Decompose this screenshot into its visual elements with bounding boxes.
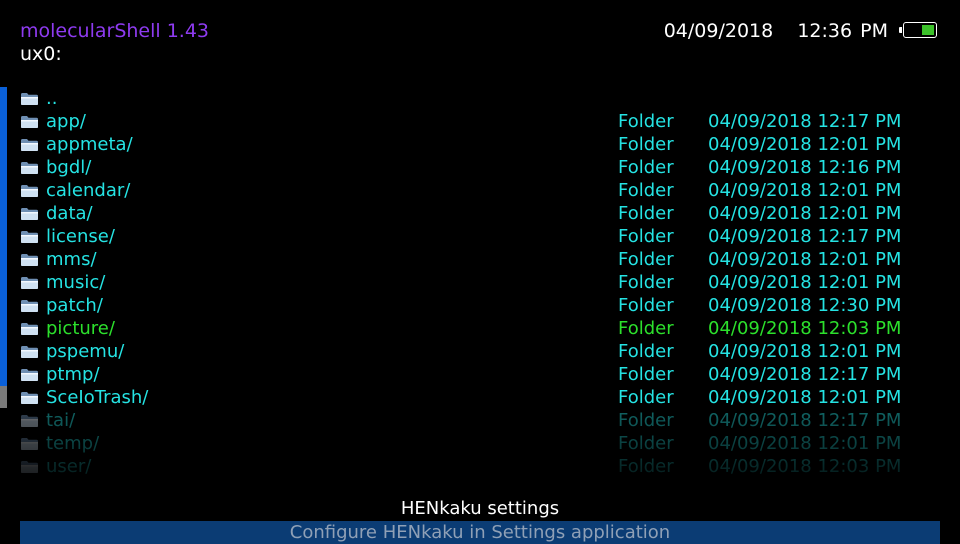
entry-type: Folder: [618, 318, 674, 339]
entry-date: 04/09/2018 12:01 PM: [708, 433, 902, 454]
entry-date: 04/09/2018 12:03 PM: [708, 456, 902, 477]
entry-type: Folder: [618, 410, 674, 431]
entry-date: 04/09/2018 12:01 PM: [708, 180, 902, 201]
entry-date: 04/09/2018 12:01 PM: [708, 272, 902, 293]
entry-type: Folder: [618, 341, 674, 362]
entry-type: Folder: [618, 226, 674, 247]
app-title: molecularShell 1.43: [20, 20, 210, 42]
entry-date: 04/09/2018 12:01 PM: [708, 341, 902, 362]
folder-icon: [21, 254, 38, 266]
entry-name: ptmp/: [46, 364, 100, 385]
list-item[interactable]: bgdl/Folder 04/09/2018 12:16 PM: [0, 156, 960, 179]
entry-date: 04/09/2018 12:16 PM: [708, 157, 902, 178]
entry-name: mms/: [46, 249, 97, 270]
entry-date: 04/09/2018 12:03 PM: [708, 318, 902, 339]
entry-name: SceIoTrash/: [46, 387, 149, 408]
entry-name: license/: [46, 226, 115, 247]
entry-type: Folder: [618, 249, 674, 270]
clock: 04/09/2018 12:36 PM: [664, 19, 888, 43]
entry-date: 04/09/2018 12:01 PM: [708, 387, 902, 408]
list-item[interactable]: ptmp/Folder 04/09/2018 12:17 PM: [0, 363, 960, 386]
battery-icon: [899, 22, 937, 38]
status-bar: Configure HENkaku in Settings applicatio…: [20, 521, 940, 544]
status-title: HENkaku settings: [400, 498, 560, 519]
date-text: 04/09/2018: [663, 20, 774, 42]
list-item[interactable]: data/Folder 04/09/2018 12:01 PM: [0, 202, 960, 225]
entry-date: 04/09/2018 12:17 PM: [708, 364, 902, 385]
folder-icon: [21, 300, 38, 312]
entry-name: tai/: [46, 410, 76, 431]
folder-icon: [21, 323, 38, 335]
folder-icon: [21, 139, 38, 151]
file-list: .. app/Folder 04/09/2018 12:17 PM appmeta/F…: [0, 87, 960, 477]
entry-date: 04/09/2018 12:17 PM: [708, 410, 902, 431]
folder-icon: [21, 392, 38, 404]
entry-type: Folder: [618, 364, 674, 385]
folder-icon: [21, 208, 38, 220]
entry-name: calendar/: [46, 180, 131, 201]
list-item[interactable]: pspemu/Folder 04/09/2018 12:01 PM: [0, 340, 960, 363]
entry-date: 04/09/2018 12:17 PM: [708, 226, 902, 247]
list-item[interactable]: ..: [0, 87, 960, 110]
folder-icon: [21, 438, 38, 450]
entry-name: app/: [46, 111, 86, 132]
entry-name: music/: [46, 272, 106, 293]
folder-icon: [21, 346, 38, 358]
folder-icon: [21, 461, 38, 473]
entry-date: 04/09/2018 12:01 PM: [708, 134, 902, 155]
list-item[interactable]: patch/Folder 04/09/2018 12:30 PM: [0, 294, 960, 317]
folder-icon: [21, 162, 38, 174]
list-item[interactable]: mms/Folder 04/09/2018 12:01 PM: [0, 248, 960, 271]
folder-icon: [21, 231, 38, 243]
list-item[interactable]: license/Folder 04/09/2018 12:17 PM: [0, 225, 960, 248]
list-item[interactable]: appmeta/Folder 04/09/2018 12:01 PM: [0, 133, 960, 156]
folder-icon: [21, 369, 38, 381]
entry-type: Folder: [618, 433, 674, 454]
current-path: ux0:: [20, 43, 62, 65]
entry-name: pspemu/: [46, 341, 125, 362]
entry-type: Folder: [618, 180, 674, 201]
entry-date: 04/09/2018 12:30 PM: [708, 295, 902, 316]
entry-name: temp/: [46, 433, 100, 454]
list-item[interactable]: tai/Folder 04/09/2018 12:17 PM: [0, 409, 960, 432]
entry-name: patch/: [46, 295, 103, 316]
list-item[interactable]: SceIoTrash/Folder 04/09/2018 12:01 PM: [0, 386, 960, 409]
entry-name: bgdl/: [46, 157, 92, 178]
entry-type: Folder: [618, 295, 674, 316]
entry-name: ..: [46, 88, 58, 109]
entry-type: Folder: [618, 134, 674, 155]
folder-icon: [21, 93, 38, 105]
entry-name: user/: [46, 456, 92, 477]
folder-icon: [21, 116, 38, 128]
entry-name: data/: [46, 203, 93, 224]
list-item[interactable]: picture/Folder 04/09/2018 12:03 PM: [0, 317, 960, 340]
folder-icon: [21, 415, 38, 427]
entry-type: Folder: [618, 456, 674, 477]
entry-date: 04/09/2018 12:17 PM: [708, 111, 902, 132]
status-description: Configure HENkaku in Settings applicatio…: [289, 522, 671, 543]
list-item[interactable]: temp/Folder 04/09/2018 12:01 PM: [0, 432, 960, 455]
list-item[interactable]: user/Folder 04/09/2018 12:03 PM: [0, 455, 960, 477]
entry-type: Folder: [618, 387, 674, 408]
folder-icon: [21, 185, 38, 197]
battery-fill: [922, 25, 934, 35]
list-item[interactable]: music/Folder 04/09/2018 12:01 PM: [0, 271, 960, 294]
list-item[interactable]: app/Folder 04/09/2018 12:17 PM: [0, 110, 960, 133]
entry-type: Folder: [618, 203, 674, 224]
entry-date: 04/09/2018 12:01 PM: [708, 203, 902, 224]
entry-name: picture/: [46, 318, 115, 339]
entry-type: Folder: [618, 157, 674, 178]
entry-type: Folder: [618, 111, 674, 132]
entry-date: 04/09/2018 12:01 PM: [708, 249, 902, 270]
time-text: 12:36 PM: [797, 20, 888, 42]
folder-icon: [21, 277, 38, 289]
entry-name: appmeta/: [46, 134, 133, 155]
entry-type: Folder: [618, 272, 674, 293]
list-item[interactable]: calendar/Folder 04/09/2018 12:01 PM: [0, 179, 960, 202]
